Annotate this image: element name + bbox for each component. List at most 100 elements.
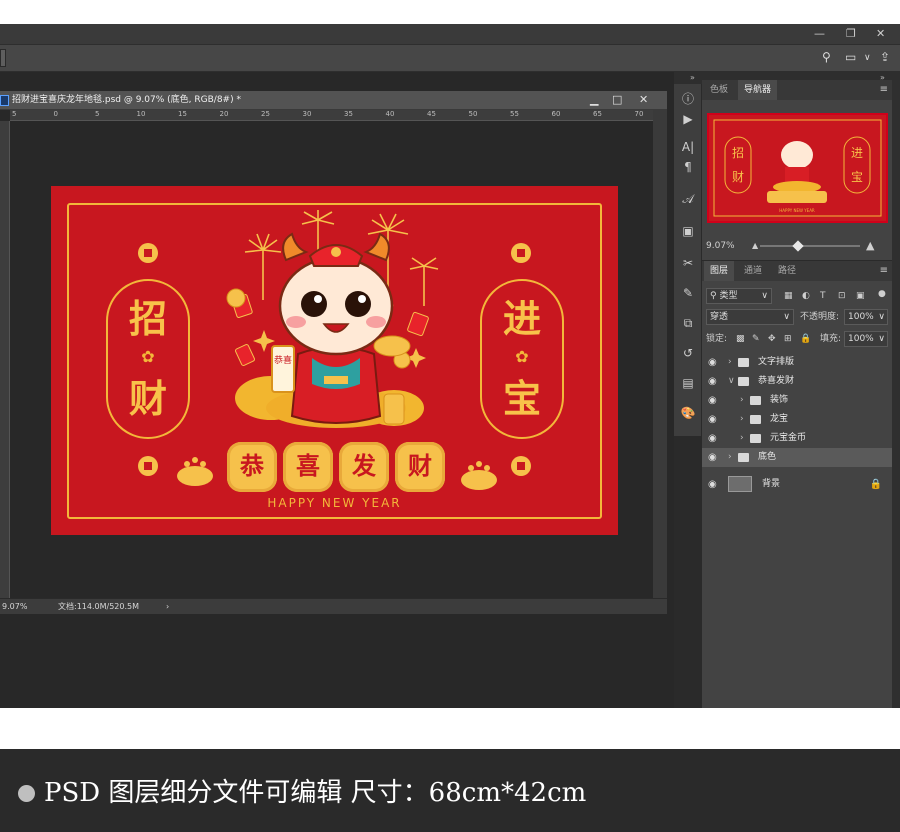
filter-toggle-icon[interactable]: ● (878, 286, 886, 302)
libraries-icon[interactable]: ▤ (674, 376, 702, 390)
zoom-out-icon[interactable]: ▲ (752, 238, 758, 254)
status-zoom[interactable]: 9.07% (2, 600, 27, 613)
panel-scrollbar[interactable] (892, 80, 900, 708)
folder-icon (738, 358, 749, 367)
tab-navigator[interactable]: 导航器 (738, 80, 778, 100)
layer-row[interactable]: ◉ ∨ 恭喜发财 (702, 372, 892, 391)
adjust-icon[interactable]: ⧉ (674, 316, 702, 331)
restore-window-icon[interactable]: ❐ (846, 24, 856, 44)
ruler-tick-label: 50 (468, 110, 478, 118)
lock-icon[interactable]: 🔒 (870, 475, 882, 494)
right-char-bottom: 宝 (502, 376, 541, 421)
blessing-char: 发 (352, 451, 376, 480)
blessing-char: 财 (408, 451, 432, 480)
tab-paths[interactable]: 路径 (772, 261, 802, 281)
visibility-eye-icon[interactable]: ◉ (708, 429, 717, 448)
collapse-arrows-icon[interactable]: » (690, 72, 695, 84)
workspace-icon[interactable]: ▭ (845, 50, 856, 64)
palette-icon[interactable]: 🎨 (674, 406, 702, 420)
artboard[interactable]: 招 ✿ 财 进 ✿ 宝 恭喜 恭 喜 发 财 HAPPY NEW YEAR (51, 186, 618, 535)
play-action-icon[interactable]: ▶ (674, 112, 702, 126)
folder-icon (738, 377, 749, 386)
tool-preset-picker[interactable] (0, 49, 6, 67)
right-char-top: 进 (502, 296, 541, 341)
doc-minimize-icon[interactable]: ▁ (590, 92, 598, 108)
search-icon[interactable]: ⚲ (822, 50, 831, 64)
doc-close-icon[interactable]: ✕ (639, 92, 648, 108)
status-menu-arrow[interactable]: › (166, 600, 169, 613)
chevron-right-icon[interactable]: › (740, 410, 744, 429)
glyph-icon[interactable]: 𝒜 (674, 192, 702, 207)
filter-shape-icon[interactable]: ⊡ (838, 288, 846, 304)
visibility-eye-icon[interactable]: ◉ (708, 448, 717, 467)
tab-channels[interactable]: 通道 (738, 261, 768, 281)
layer-name: 龙宝 (770, 414, 789, 424)
navigator-panel: 色板 导航器 ≡ 招 财 进 宝 HAPPY NEW YEAR 9.07% ▲ (702, 80, 892, 260)
visibility-eye-icon[interactable]: ◉ (708, 475, 717, 494)
layers-tabs: 图层 通道 路径 ≡ (702, 261, 892, 281)
layer-row[interactable]: ◉ 🔒 背景 (702, 473, 892, 495)
thumbnail-preview: 招 财 进 宝 HAPPY NEW YEAR (713, 119, 882, 217)
filter-adjust-icon[interactable]: ◐ (802, 288, 810, 304)
visibility-eye-icon[interactable]: ◉ (708, 353, 717, 372)
minimize-window-icon[interactable]: — (814, 24, 825, 44)
chevron-down-icon: ∨ (761, 291, 768, 301)
layer-row[interactable]: ◉ › 底色 (702, 448, 892, 467)
fill-field[interactable]: 100% ∨ (844, 331, 888, 347)
layer-row[interactable]: ◉ › 文字排版 (702, 353, 892, 372)
filter-type-icon[interactable]: T (820, 288, 826, 304)
info-icon[interactable]: ⓘ (674, 90, 702, 107)
blend-mode-select[interactable]: 穿透 ∨ (706, 309, 794, 325)
layer-name: 恭喜发财 (758, 376, 795, 386)
zoom-in-icon[interactable]: ▲ (866, 238, 874, 254)
tab-layers[interactable]: 图层 (704, 261, 735, 281)
blend-mode-value: 穿透 (710, 312, 729, 322)
share-icon[interactable]: ⇪ (880, 50, 890, 64)
lock-transparent-icon[interactable]: ▩ (736, 331, 745, 347)
chevron-down-icon[interactable]: ∨ (728, 372, 735, 391)
thumb-char: 进 (851, 146, 863, 160)
visibility-eye-icon[interactable]: ◉ (708, 391, 717, 410)
chevron-down-icon: ∨ (783, 312, 790, 322)
filter-smart-icon[interactable]: ▣ (856, 288, 865, 304)
layer-row[interactable]: ◉ › 元宝金币 (702, 429, 892, 448)
history-icon[interactable]: ↺ (674, 346, 702, 360)
chevron-down-icon[interactable]: ∨ (864, 53, 871, 63)
close-window-icon[interactable]: ✕ (876, 24, 885, 44)
filter-pixel-icon[interactable]: ▦ (784, 288, 793, 304)
blessing-char: 喜 (296, 451, 320, 480)
status-doc-info: 文档:114.0M/520.5M (58, 602, 139, 611)
panel-menu-icon[interactable]: ≡ (880, 265, 888, 276)
brush-icon[interactable]: ✎ (674, 286, 702, 300)
lock-all-icon[interactable]: 🔒 (800, 331, 811, 347)
navigator-zoom-value[interactable]: 9.07% (706, 238, 735, 254)
layer-row[interactable]: ◉ › 龙宝 (702, 410, 892, 429)
layer-filter-select[interactable]: ⚲ 类型 ∨ (706, 288, 772, 304)
lock-position-icon[interactable]: ✥ (768, 331, 776, 347)
lock-image-icon[interactable]: ✎ (752, 331, 760, 347)
zoom-slider[interactable] (760, 245, 860, 247)
character-icon[interactable]: A| (674, 140, 702, 154)
chevron-right-icon[interactable]: › (740, 429, 744, 448)
vertical-scrollbar[interactable] (653, 110, 667, 598)
chevron-right-icon[interactable]: › (728, 353, 732, 372)
layer-row[interactable]: ◉ › 装饰 (702, 391, 892, 410)
tools-icon[interactable]: ✂ (674, 256, 702, 270)
chevron-right-icon[interactable]: › (728, 448, 732, 467)
visibility-eye-icon[interactable]: ◉ (708, 372, 717, 391)
navigator-thumbnail[interactable]: 招 财 进 宝 HAPPY NEW YEAR (707, 113, 888, 223)
doc-maximize-icon[interactable]: □ (612, 92, 622, 108)
chevron-right-icon[interactable]: › (740, 391, 744, 410)
zoom-slider-thumb[interactable] (792, 240, 804, 252)
flower-icon: ✿ (141, 347, 155, 366)
properties-icon[interactable]: ▣ (674, 224, 702, 238)
ruler-tick-label: 70 (634, 110, 644, 118)
tab-swatches[interactable]: 色板 (704, 80, 734, 100)
visibility-eye-icon[interactable]: ◉ (708, 410, 717, 429)
lock-artboard-icon[interactable]: ⊞ (784, 331, 792, 347)
ruler-tick-label: 60 (551, 110, 561, 118)
paragraph-icon[interactable]: ¶ (674, 160, 702, 174)
opacity-field[interactable]: 100% ∨ (844, 309, 888, 325)
document-tab[interactable]: 招财进宝喜庆龙年地毯.psd @ 9.07% (底色, RGB/8#) * ▁ … (0, 91, 667, 110)
panel-menu-icon[interactable]: ≡ (880, 84, 888, 95)
